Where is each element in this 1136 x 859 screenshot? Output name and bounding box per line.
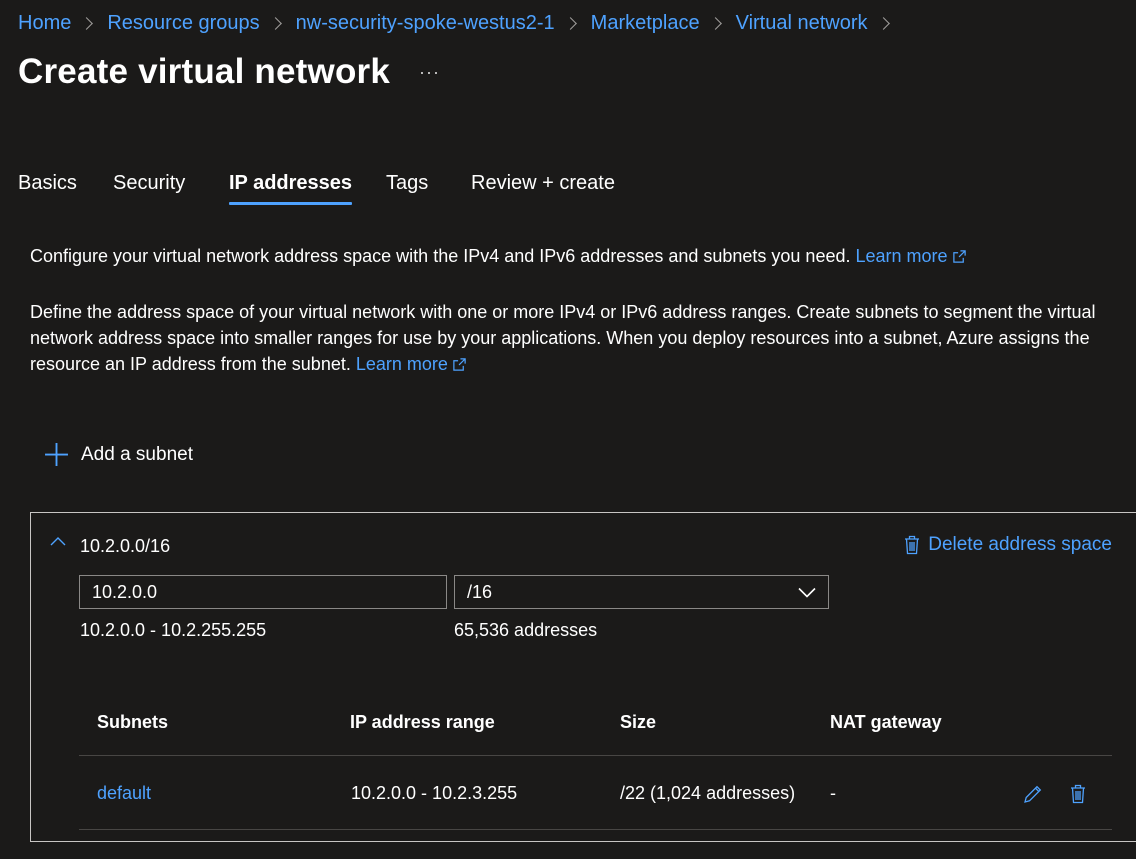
address-count-text: 65,536 addresses [454, 620, 598, 640]
chevron-right-icon [268, 17, 282, 30]
address-space-panel [30, 512, 1136, 842]
column-header-size: Size [620, 712, 657, 732]
learn-more-label: Learn more [855, 246, 948, 266]
subnet-ip-range: 10.2.0.0 - 10.2.3.255 [351, 783, 518, 803]
learn-more-label-2: Learn more [355, 354, 448, 374]
prefix-select[interactable]: /16 [454, 575, 829, 609]
external-link-icon [453, 358, 466, 371]
chevron-right-icon [876, 17, 890, 30]
breadcrumb: Home Resource groups nw-security-spoke-w… [18, 12, 904, 35]
intro-text-body: Configure your virtual network address s… [30, 246, 851, 266]
description-text: Define the address space of your virtual… [30, 299, 1130, 377]
learn-more-link-2[interactable]: Learn more [356, 354, 467, 374]
tab-security[interactable]: Security [113, 172, 185, 205]
chevron-right-icon [708, 17, 722, 30]
learn-more-link[interactable]: Learn more [856, 246, 967, 266]
delete-address-space-button[interactable]: Delete address space [904, 534, 1112, 556]
trash-icon[interactable] [1070, 784, 1086, 804]
delete-address-space-label: Delete address space [928, 534, 1112, 555]
chevron-up-icon[interactable] [50, 535, 66, 547]
tab-review-create[interactable]: Review + create [471, 172, 615, 205]
breadcrumb-virtual-network[interactable]: Virtual network [736, 12, 868, 35]
subnet-name-link[interactable]: default [97, 783, 151, 804]
column-header-ip-range: IP address range [350, 712, 495, 732]
prefix-select-value: /16 [467, 581, 493, 602]
ellipsis-icon[interactable]: ··· [419, 62, 440, 83]
chevron-right-icon [563, 17, 577, 30]
subnet-size: /22 (1,024 addresses) [620, 783, 796, 803]
breadcrumb-resource-group[interactable]: nw-security-spoke-westus2-1 [296, 12, 555, 35]
chevron-down-icon [798, 587, 816, 598]
table-divider [79, 755, 1112, 756]
table-divider [79, 829, 1112, 830]
breadcrumb-resource-groups[interactable]: Resource groups [107, 12, 259, 35]
breadcrumb-home[interactable]: Home [18, 12, 71, 35]
plus-icon [45, 443, 68, 466]
tab-basics[interactable]: Basics [18, 172, 77, 205]
description-text-body: Define the address space of your virtual… [30, 302, 1096, 374]
chevron-right-icon [80, 17, 94, 30]
add-subnet-button[interactable]: Add a subnet [44, 442, 193, 467]
address-range-text: 10.2.0.0 - 10.2.255.255 [80, 620, 267, 640]
breadcrumb-marketplace[interactable]: Marketplace [591, 12, 700, 35]
address-space-title: 10.2.0.0/16 [80, 536, 171, 556]
edit-icon[interactable] [1023, 784, 1043, 804]
subnet-nat-gateway: - [830, 783, 836, 803]
column-header-nat-gateway: NAT gateway [830, 712, 942, 732]
column-header-subnets: Subnets [97, 712, 169, 732]
trash-icon [905, 535, 920, 555]
tab-ip-addresses[interactable]: IP addresses [229, 172, 353, 205]
external-link-icon [952, 250, 966, 263]
add-subnet-label: Add a subnet [81, 443, 193, 465]
tab-bar: Basics Security IP addresses Tags Review… [0, 172, 700, 216]
intro-text: Configure your virtual network address s… [30, 243, 1130, 269]
page-title: Create virtual network [18, 52, 391, 91]
start-address-input[interactable] [79, 575, 447, 609]
tab-tags[interactable]: Tags [386, 172, 428, 205]
